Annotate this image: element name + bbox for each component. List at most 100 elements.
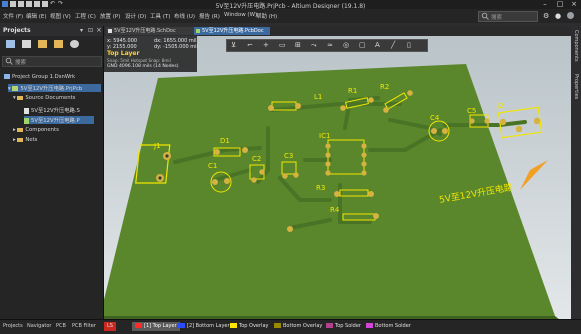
layer-color-swatch xyxy=(135,323,142,328)
designator-j2[interactable]: J2 xyxy=(497,102,504,110)
tree-source-documents[interactable]: ▾ Source Documents xyxy=(13,95,75,101)
folder-icon xyxy=(17,95,24,100)
layer-bottom-overlay[interactable]: Bottom Overlay xyxy=(274,322,322,331)
layer-ls[interactable]: LS xyxy=(104,322,116,331)
designator-d1[interactable]: D1 xyxy=(220,137,230,145)
global-search-input[interactable]: 搜索 xyxy=(478,11,538,22)
layer-color-swatch xyxy=(230,323,237,328)
projects-panel: Projects ▾ ⊡ × 搜索 Project Group 1.DsnWrk… xyxy=(0,26,104,319)
route-icon[interactable]: ⌐ xyxy=(247,41,253,49)
menu-project[interactable]: 工程 (C) xyxy=(75,12,96,20)
hud-dy: dy: -1505.000 mil xyxy=(154,44,198,50)
menu-reports[interactable]: 报告 (R) xyxy=(199,12,220,20)
workspace-icon[interactable] xyxy=(6,40,15,48)
text-tool-icon[interactable]: A xyxy=(375,41,380,49)
designator-c1[interactable]: C1 xyxy=(208,162,217,170)
filter-icon[interactable]: ⊻ xyxy=(231,41,236,49)
layer-bottom-solder[interactable]: Bottom Solder xyxy=(366,322,411,331)
menu-window[interactable]: Window (W) xyxy=(224,12,257,18)
tree-doc-pcb[interactable]: 5V至12V升压电路.P xyxy=(24,116,94,124)
tab-properties-panel[interactable]: Properties xyxy=(573,74,579,99)
coordinate-hud: x: 5945.000 dx: 1655.000 mil y: 2155.000… xyxy=(104,36,198,72)
projects-search-input[interactable]: 搜索 xyxy=(2,56,102,67)
designator-ic1[interactable]: IC1 xyxy=(319,132,330,140)
tab-navigator[interactable]: Navigator xyxy=(27,323,51,329)
title-bar: ↶ ↷ 5V至12V升压电路.PrjPcb - Altium Designer … xyxy=(0,0,581,10)
tab-schdoc-label: 5V至12V升压电路.SchDoc xyxy=(114,28,176,34)
tab-pcb[interactable]: PCB xyxy=(56,323,66,329)
menu-file[interactable]: 文件 (F) xyxy=(3,12,23,20)
layer-bottom[interactable]: [2] Bottom Layer xyxy=(178,322,230,331)
expand-icon: ▸ xyxy=(13,127,16,133)
pcb-3d-canvas[interactable]: L1 R1 R2 C4 C5 J2 J1 D1 C1 C2 C3 IC1 R3 … xyxy=(104,36,571,319)
gear-icon[interactable]: ⚙ xyxy=(543,12,549,20)
doc-pcb-label: 5V至12V升压电路.P xyxy=(31,118,80,124)
designator-r1[interactable]: R1 xyxy=(348,87,357,95)
layer-top-label: [1] Top Layer xyxy=(144,323,177,329)
designator-c3[interactable]: C3 xyxy=(284,152,293,160)
designator-r4[interactable]: R4 xyxy=(330,206,339,214)
project-folder-icon[interactable] xyxy=(54,40,63,48)
layer-bottom-overlay-label: Bottom Overlay xyxy=(283,323,323,329)
menu-view[interactable]: 视图 (V) xyxy=(50,12,71,20)
avatar[interactable] xyxy=(567,12,574,19)
interactive-route-icon[interactable]: ⤳ xyxy=(311,41,317,50)
settings-icon[interactable] xyxy=(70,40,79,48)
diff-pair-icon[interactable]: ≈ xyxy=(327,41,333,49)
minimize-button[interactable]: – xyxy=(538,0,552,9)
close-panel-icon[interactable]: × xyxy=(96,26,102,34)
via-icon[interactable]: ◎ xyxy=(343,41,349,49)
room-tool-icon[interactable]: ▯ xyxy=(407,41,411,49)
designator-l1[interactable]: L1 xyxy=(314,93,322,101)
hud-layer: Top Layer xyxy=(107,50,140,57)
align-icon[interactable]: ⊞ xyxy=(295,41,301,49)
menu-design[interactable]: 设计 (D) xyxy=(125,12,146,20)
menu-tools[interactable]: 工具 (T) xyxy=(150,12,170,20)
tab-pcb-filter[interactable]: PCB Filter xyxy=(72,323,96,329)
menu-bar: 文件 (F) 编辑 (E) 视图 (V) 工程 (C) 放置 (P) 设计 (D… xyxy=(0,9,581,23)
tree-components[interactable]: ▸ Components xyxy=(13,127,59,133)
designator-c5[interactable]: C5 xyxy=(467,107,476,115)
notifications-icon[interactable]: ● xyxy=(555,12,561,20)
designator-r3[interactable]: R3 xyxy=(316,184,325,192)
menu-edit[interactable]: 编辑 (E) xyxy=(26,12,47,20)
tree-project[interactable]: ▾ 5V至12V升压电路.PrjPcb xyxy=(8,84,101,92)
designator-j1[interactable]: J1 xyxy=(154,142,161,150)
pin-icon[interactable]: ▾ xyxy=(80,27,83,34)
tab-schdoc[interactable]: 5V至12V升压电路.SchDoc xyxy=(106,27,200,35)
menu-help[interactable]: 帮助 (H) xyxy=(256,12,277,20)
tree-project-group[interactable]: Project Group 1.DsnWrk xyxy=(4,74,75,80)
designator-c4[interactable]: C4 xyxy=(430,114,439,122)
pcb-doc-icon xyxy=(24,117,29,124)
menu-place[interactable]: 放置 (P) xyxy=(100,12,120,20)
tree-nets[interactable]: ▸ Nets xyxy=(13,137,37,143)
projects-panel-title: Projects xyxy=(3,27,31,34)
designator-r2[interactable]: R2 xyxy=(380,83,389,91)
save-project-icon[interactable] xyxy=(22,40,31,48)
close-button[interactable]: × xyxy=(567,0,581,9)
add-icon[interactable]: + xyxy=(263,41,269,49)
layer-top-overlay-label: Top Overlay xyxy=(239,323,269,329)
maximize-button[interactable]: □ xyxy=(553,0,567,9)
tab-components-panel[interactable]: Components xyxy=(573,30,579,62)
global-search-placeholder: 搜索 xyxy=(491,15,503,21)
tree-doc-sch[interactable]: 5V至12V升压电路.S xyxy=(24,106,80,114)
layer-top[interactable]: [1] Top Layer xyxy=(132,322,180,331)
open-folder-icon[interactable] xyxy=(38,40,47,48)
layer-top-overlay[interactable]: Top Overlay xyxy=(230,322,268,331)
select-rect-icon[interactable]: ▭ xyxy=(279,41,286,49)
search-icon xyxy=(481,12,489,20)
menu-route[interactable]: 布线 (U) xyxy=(174,12,195,20)
layer-color-swatch xyxy=(178,323,185,328)
document-tabs: 5V至12V升压电路.SchDoc 5V至12V升压电路.PcbDoc xyxy=(104,26,270,36)
polygon-icon[interactable]: ▢ xyxy=(359,41,366,49)
tab-pcbdoc[interactable]: 5V至12V升压电路.PcbDoc xyxy=(194,27,270,35)
hud-net: GND 4096.108 mils (14 Nodes) xyxy=(107,64,179,69)
pin-panel-icon[interactable]: ⊡ xyxy=(88,27,93,34)
tab-projects[interactable]: Projects xyxy=(3,323,23,329)
line-tool-icon[interactable]: ╱ xyxy=(391,41,395,49)
project-label: 5V至12V升压电路.PrjPcb xyxy=(20,86,83,92)
projects-panel-header: Projects ▾ ⊡ × xyxy=(0,26,103,36)
layer-top-solder[interactable]: Top Solder xyxy=(326,322,361,331)
designator-c2[interactable]: C2 xyxy=(252,155,261,163)
